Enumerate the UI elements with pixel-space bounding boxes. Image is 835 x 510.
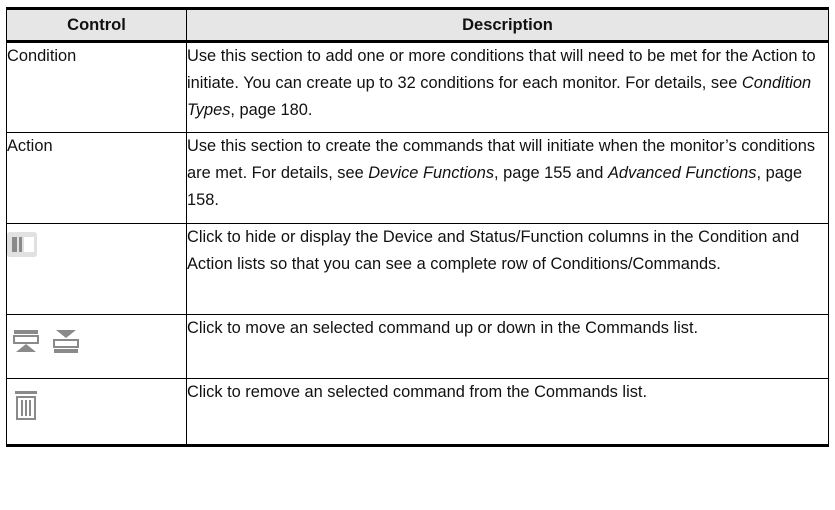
description-text-suffix: , page 180. (230, 101, 313, 119)
description-condition: Use this section to add one or more cond… (186, 41, 829, 133)
table-row-condition: Condition Use this section to add one or… (6, 41, 829, 133)
control-condition: Condition (6, 41, 187, 133)
description-text: Use this section to add one or more cond… (187, 47, 816, 92)
move-down-icon (53, 330, 79, 353)
description-action: Use this section to create the commands … (186, 132, 829, 224)
reference-device-functions: Device Functions (368, 164, 495, 182)
description-move: Click to move an selected command up or … (186, 314, 829, 379)
trash-icon (15, 391, 37, 420)
description-text-middle: , page 155 and (494, 164, 608, 182)
table-row-column-toggle: Click to hide or display the Device and … (6, 223, 829, 315)
controls-table: Control Description Condition Use this s… (6, 7, 829, 447)
move-up-icon (13, 330, 39, 352)
table-header-row: Control Description (6, 7, 829, 43)
table-row-action: Action Use this section to create the co… (6, 132, 829, 224)
control-column-toggle (6, 223, 187, 315)
control-remove (6, 378, 187, 447)
column-toggle-icon (7, 232, 37, 257)
control-move (6, 314, 187, 379)
description-remove: Click to remove an selected command from… (186, 378, 829, 447)
header-description: Description (186, 7, 829, 43)
control-action: Action (6, 132, 187, 224)
description-column-toggle: Click to hide or display the Device and … (186, 223, 829, 315)
header-control: Control (6, 7, 187, 43)
reference-advanced-functions: Advanced Functions (607, 164, 757, 182)
table-row-move: Click to move an selected command up or … (6, 314, 829, 379)
table-row-remove: Click to remove an selected command from… (6, 378, 829, 447)
